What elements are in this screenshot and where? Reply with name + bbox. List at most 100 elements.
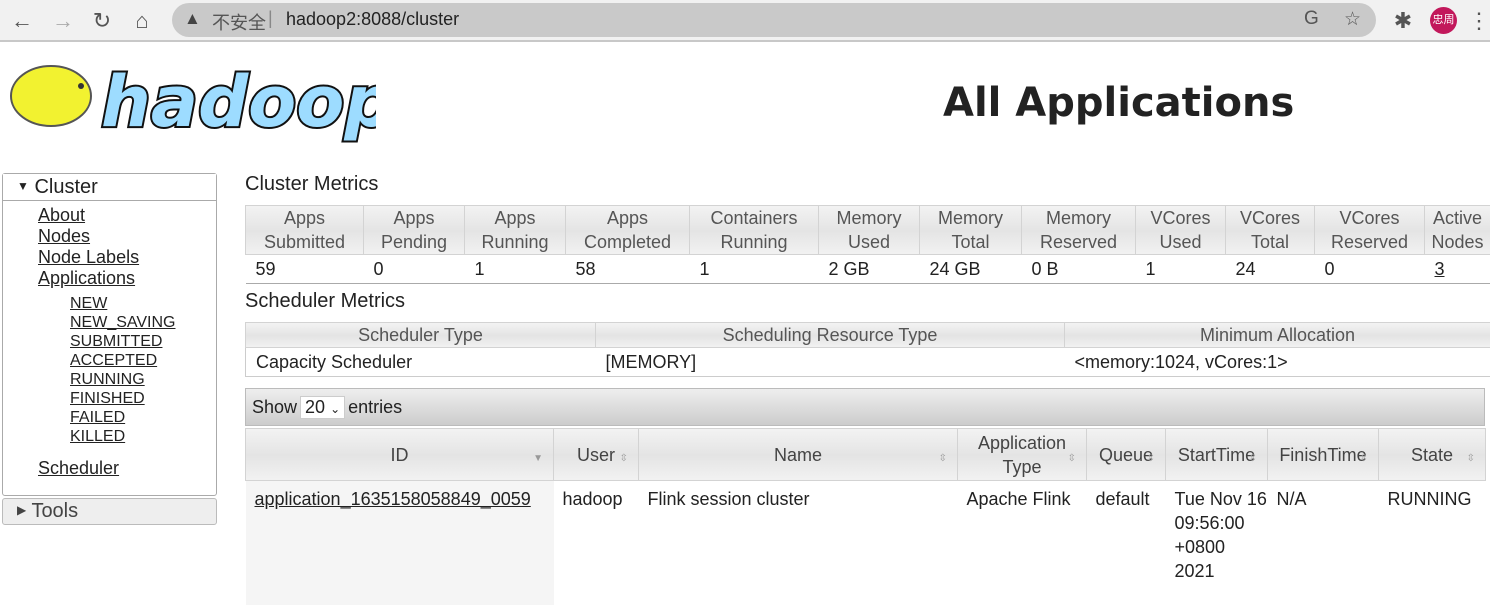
sidebar-item-accepted[interactable]: ACCEPTED [3,351,216,370]
metric-header: MemoryTotal [920,206,1022,255]
sidebar-item-failed[interactable]: FAILED [3,408,216,427]
metric-header: AppsRunning [465,206,566,255]
home-icon[interactable]: ⌂ [129,8,155,34]
sidebar-item-nodes[interactable]: Nodes [3,226,216,247]
column-header[interactable]: StartTime⇳ [1166,429,1268,481]
column-header[interactable]: Queue⇳ [1087,429,1166,481]
metric-header: VCoresReserved [1315,206,1425,255]
metric-value: 24 [1226,255,1315,284]
tools-label: Tools [31,500,78,522]
warning-icon: ▲ [184,9,201,29]
reload-icon[interactable]: ↻ [89,8,115,34]
sidebar-item-about[interactable]: About [3,205,216,226]
sidebar-item-applications[interactable]: Applications [3,268,216,289]
metric-header: MemoryReserved [1022,206,1136,255]
entries-label: entries [348,397,402,417]
sort-icon: ⇳ [1360,447,1368,471]
metric-value: 1 [465,255,566,284]
cell-start-time: Tue Nov 16 09:56:00 +0800 2021 [1166,481,1268,605]
cluster-metrics-table: AppsSubmittedAppsPendingAppsRunningAppsC… [245,205,1490,284]
sidebar-item-running[interactable]: RUNNING [3,370,216,389]
triangle-down-icon: ▼ [17,179,29,193]
metric-header: AppsPending [364,206,465,255]
column-header[interactable]: ID▼ [246,429,554,481]
page-title: All Applications [943,80,1294,126]
url-text[interactable]: hadoop2:8088/cluster [286,9,459,30]
scheduler-metrics-title: Scheduler Metrics [245,290,405,313]
browser-toolbar: ← → ↻ ⌂ ▲ 不安全 | hadoop2:8088/cluster G ☆… [0,0,1490,42]
metric-header: MemoryUsed [819,206,920,255]
sort-icon: ⇳ [620,447,628,471]
cell-state: RUNNING [1379,481,1486,605]
hadoop-logo: hadoop [6,54,376,144]
sort-icon: ⇳ [1467,447,1475,471]
table-length-bar: Show20 ⌄entries [245,388,1485,426]
sidebar-item-submitted[interactable]: SUBMITTED [3,332,216,351]
header-min-allocation: Minimum Allocation [1065,323,1490,348]
column-header[interactable]: FinishTime⇳ [1268,429,1379,481]
sidebar-item-node-labels[interactable]: Node Labels [3,247,216,268]
sidebar-item-killed[interactable]: KILLED [3,427,216,446]
column-header[interactable]: User⇳ [554,429,639,481]
chevron-down-icon: ⌄ [330,402,340,416]
cell-queue: default [1087,481,1166,605]
column-header[interactable]: Name⇳ [639,429,958,481]
address-bar[interactable]: ▲ 不安全 | hadoop2:8088/cluster G ☆ [172,3,1376,37]
show-label: Show [252,397,297,417]
metric-value: 0 B [1022,255,1136,284]
cluster-label: Cluster [34,176,97,198]
cell-type: Apache Flink [958,481,1087,605]
min-allocation: <memory:1024, vCores:1> [1065,348,1490,377]
metric-header: VCoresTotal [1226,206,1315,255]
scheduler-type: Capacity Scheduler [246,348,596,377]
metric-value: 0 [1315,255,1425,284]
sidebar-cluster: ▼ Cluster About Nodes Node Labels Applic… [2,173,217,496]
header-resource-type: Scheduling Resource Type [596,323,1065,348]
resource-type: [MEMORY] [596,348,1065,377]
table-row: application_1635158058849_0059 hadoop Fl… [246,481,1486,605]
metric-value: 58 [566,255,690,284]
metric-header: AppsSubmitted [246,206,364,255]
sidebar-item-scheduler[interactable]: Scheduler [3,458,216,479]
svg-text:hadoop: hadoop [101,61,376,143]
page-size-select[interactable]: 20 ⌄ [300,396,345,419]
sort-icon: ⇳ [1147,447,1155,471]
cell-user: hadoop [554,481,639,605]
star-icon[interactable]: ☆ [1344,8,1361,31]
metric-value: 24 GB [920,255,1022,284]
page-size-value: 20 [305,397,325,417]
avatar[interactable]: 忠周 [1430,7,1457,34]
metric-value: 59 [246,255,364,284]
metric-value: 0 [364,255,465,284]
metric-header: AppsCompleted [566,206,690,255]
back-icon[interactable]: ← [9,8,35,34]
header-scheduler-type: Scheduler Type [246,323,596,348]
sidebar-tools[interactable]: ▶ Tools [2,498,217,525]
metric-header: ActiveNodes [1425,206,1490,255]
active-nodes-link[interactable]: 3 [1435,259,1445,279]
sort-icon: ⇳ [1068,447,1076,471]
sort-icon: ⇳ [1249,447,1257,471]
triangle-right-icon: ▶ [17,503,26,517]
scheduler-metrics-table: Scheduler TypeScheduling Resource TypeMi… [245,322,1490,377]
forward-icon[interactable]: → [50,8,76,34]
menu-icon[interactable]: ⋮ [1468,8,1482,34]
cell-finish-time: N/A [1268,481,1379,605]
metric-header: ContainersRunning [690,206,819,255]
sidebar-item-new-saving[interactable]: NEW_SAVING [3,313,216,332]
metric-value: 1 [1136,255,1226,284]
extensions-icon[interactable]: ✱ [1390,8,1416,34]
metric-value[interactable]: 3 [1425,255,1490,284]
cell-name: Flink session cluster [639,481,958,605]
sidebar-item-finished[interactable]: FINISHED [3,389,216,408]
translate-icon[interactable]: G [1304,8,1319,30]
insecure-label: 不安全 [212,9,266,35]
column-header[interactable]: State⇳ [1379,429,1486,481]
application-id-link[interactable]: application_1635158058849_0059 [255,489,531,509]
metric-header: VCoresUsed [1136,206,1226,255]
cluster-header[interactable]: ▼ Cluster [3,174,216,201]
cluster-metrics-title: Cluster Metrics [245,173,378,196]
sidebar-item-new[interactable]: NEW [3,294,216,313]
metric-value: 1 [690,255,819,284]
column-header[interactable]: Application Type⇳ [958,429,1087,481]
